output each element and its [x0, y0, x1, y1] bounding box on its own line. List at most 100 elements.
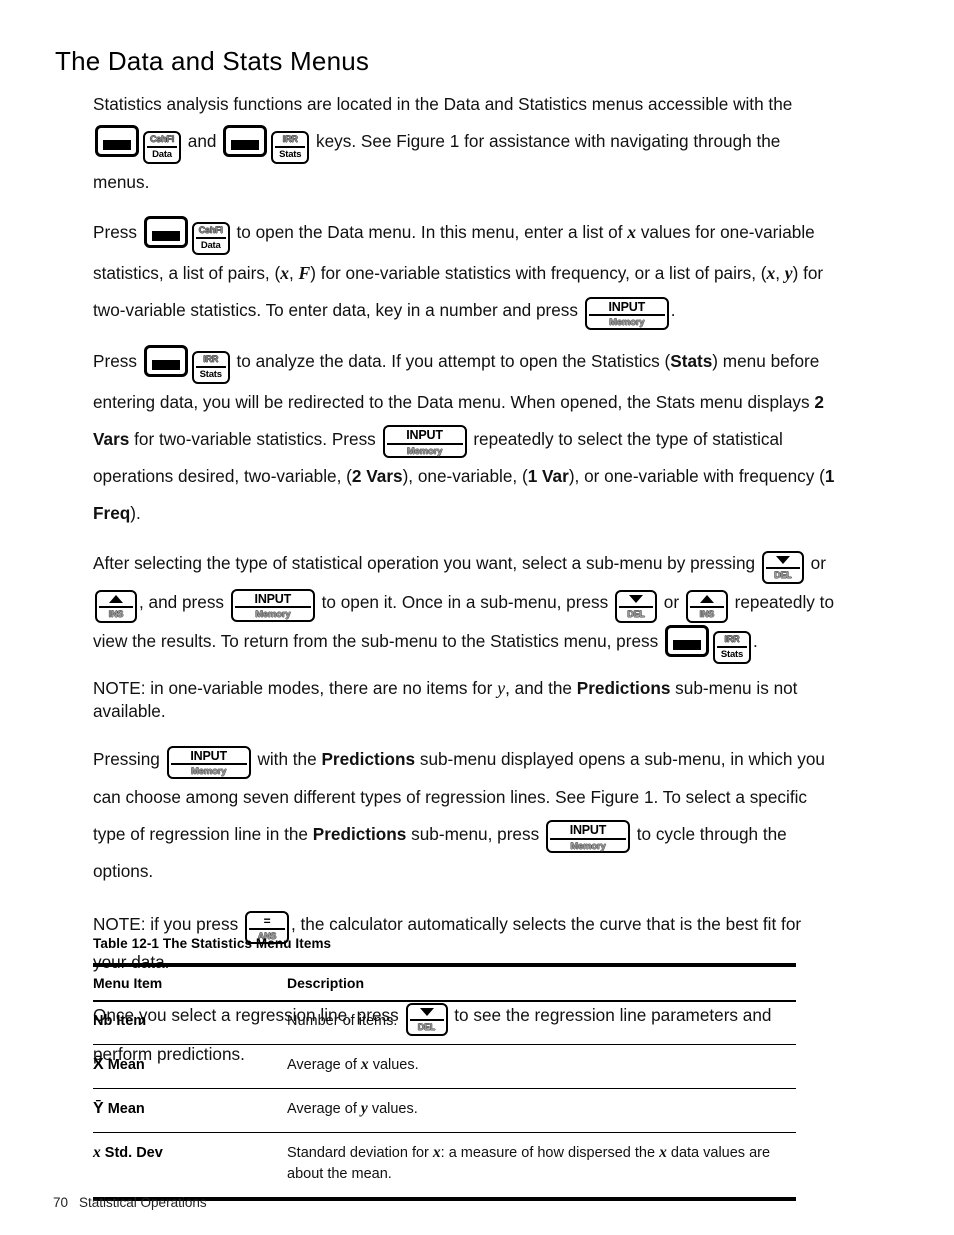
key-divider — [689, 606, 724, 608]
equals-label: = — [263, 914, 271, 928]
memory-label: Memory — [570, 840, 606, 852]
p4-text-1: After selecting the type of statistical … — [93, 553, 756, 573]
key-divider — [588, 314, 665, 316]
paragraph-data-menu: Press CshFl Data to open the Data menu. I… — [93, 214, 835, 330]
key-divider — [170, 763, 247, 765]
var-F: F — [298, 263, 311, 283]
del-label: DEL — [774, 570, 792, 580]
down-del-key[interactable]: DEL — [761, 551, 804, 584]
key-divider — [147, 146, 177, 148]
term-predictions: Predictions — [312, 823, 407, 844]
p1-text-1: Statistics analysis functions are locate… — [93, 94, 793, 114]
paragraph-intro: Statistics analysis functions are locate… — [93, 86, 835, 201]
menu-item-label: Mean — [107, 1101, 145, 1117]
p3-text-8: ). — [130, 503, 141, 523]
irr-label: IRR — [203, 353, 219, 364]
input-memory-key[interactable]: INPUT Memory — [230, 588, 315, 622]
data-label: Data — [152, 149, 172, 160]
paragraph-submenu-nav: After selecting the type of statistical … — [93, 545, 835, 664]
input-memory-key[interactable]: INPUT Memory — [166, 745, 251, 779]
term-predictions: Predictions — [321, 749, 416, 769]
var-x: x — [659, 1144, 667, 1161]
irr-stats-key[interactable]: IRR Stats — [713, 631, 751, 664]
memory-label: Memory — [255, 609, 291, 620]
data-label: Data — [200, 240, 221, 251]
paragraph-stats-menu: Press IRR Stats to analyze the data. If y… — [93, 343, 835, 533]
memory-label: Memory — [609, 317, 645, 328]
input-label: INPUT — [608, 299, 646, 314]
irr-stats-key[interactable]: IRR Stats — [271, 131, 310, 164]
shift-key[interactable] — [223, 125, 268, 157]
input-memory-key[interactable]: INPUT Memory — [545, 820, 630, 853]
var-x: x — [766, 263, 776, 283]
page-footer: 70 Statistical Operations — [53, 1195, 207, 1210]
p3-text-7: ), or one-variable with frequency ( — [568, 466, 825, 486]
memory-label: Memory — [191, 766, 227, 777]
arrow-down-icon — [619, 593, 653, 605]
down-del-key[interactable]: DEL — [615, 590, 657, 623]
cashflow-label: CshFl — [198, 225, 223, 235]
input-memory-key[interactable]: INPUT Memory — [382, 425, 467, 458]
p2-text-4: ) for one-variable statistics with frequ… — [310, 263, 767, 283]
p5-text-1: NOTE: in one-variable modes, there are n… — [93, 678, 493, 698]
shift-key-bar — [103, 140, 131, 150]
cell-description: Average of x values. — [287, 1044, 796, 1089]
shift-key[interactable] — [143, 216, 188, 248]
cell-menu-item: X̄ Mean — [93, 1044, 287, 1089]
p2-period: . — [670, 300, 676, 320]
p3-text-1: Press — [93, 350, 137, 371]
table-row: Ȳ Mean Average of y values. — [93, 1088, 796, 1133]
var-y: y — [784, 263, 793, 283]
p4-text-4: to open it. Once in a sub-menu, press — [321, 592, 609, 612]
input-label: INPUT — [569, 823, 607, 837]
arrow-down-icon — [766, 554, 800, 566]
var-x: x — [280, 263, 289, 283]
table-head: Menu Item Description — [93, 963, 796, 1002]
arrow-up-icon — [99, 593, 133, 605]
up-ins-key[interactable]: INS — [685, 590, 728, 623]
input-label: INPUT — [190, 748, 227, 763]
page-number: 70 — [53, 1195, 69, 1210]
term-1var: 1 Var — [527, 466, 569, 486]
cell-description: Standard deviation for x: a measure of h… — [287, 1132, 796, 1201]
p2-comma-2: , — [775, 263, 781, 283]
shift-key[interactable] — [665, 625, 709, 657]
term-predictions: Predictions — [576, 678, 671, 698]
p5-text-2: , and the — [505, 678, 572, 698]
p3-text-2: to analyze the data. If you attempt to o… — [236, 350, 671, 371]
p3-text-6: ), one-variable, ( — [402, 466, 528, 486]
input-label: INPUT — [254, 591, 292, 606]
cashflow-data-key[interactable]: CshFl Data — [143, 131, 181, 164]
key-divider — [549, 837, 626, 840]
input-label: INPUT — [406, 428, 443, 442]
del-label: DEL — [627, 609, 645, 619]
cashflow-data-key[interactable]: CshFl Data — [191, 222, 230, 255]
key-divider — [248, 928, 285, 930]
var-x: x — [360, 1056, 369, 1073]
shift-key-bar — [673, 640, 701, 650]
shift-key[interactable] — [95, 125, 139, 157]
table-caption: Table 12-1 The Statistics Menu Items — [93, 936, 332, 951]
document-page: The Data and Stats Menus Statistics anal… — [0, 0, 954, 1235]
cell-menu-item: Nb Item — [93, 1001, 287, 1045]
desc-text-2: : a measure of how dispersed the — [440, 1145, 656, 1161]
key-divider — [99, 606, 133, 608]
var-y: y — [360, 1100, 368, 1117]
cell-menu-item: Ȳ Mean — [93, 1088, 287, 1133]
shift-key[interactable] — [143, 344, 188, 377]
var-y: y — [497, 678, 506, 698]
column-header-description: Description — [287, 963, 796, 1002]
up-ins-key[interactable]: INS — [95, 590, 137, 623]
irr-stats-key[interactable]: IRR Stats — [191, 350, 230, 384]
key-divider — [195, 237, 226, 239]
table-header-row: Menu Item Description — [93, 963, 796, 1002]
desc-text: Standard deviation for — [287, 1145, 429, 1161]
note-one-variable: NOTE: in one-variable modes, there are n… — [93, 677, 835, 723]
cashflow-label: CshFl — [150, 134, 175, 144]
table-row: Nb Item Number of items. — [93, 1001, 796, 1045]
var-x: x — [432, 1144, 441, 1161]
memory-label: Memory — [406, 445, 443, 457]
p2-text-1: Press — [93, 222, 137, 242]
ins-label: INS — [108, 609, 124, 619]
input-memory-key[interactable]: INPUT Memory — [584, 296, 669, 330]
